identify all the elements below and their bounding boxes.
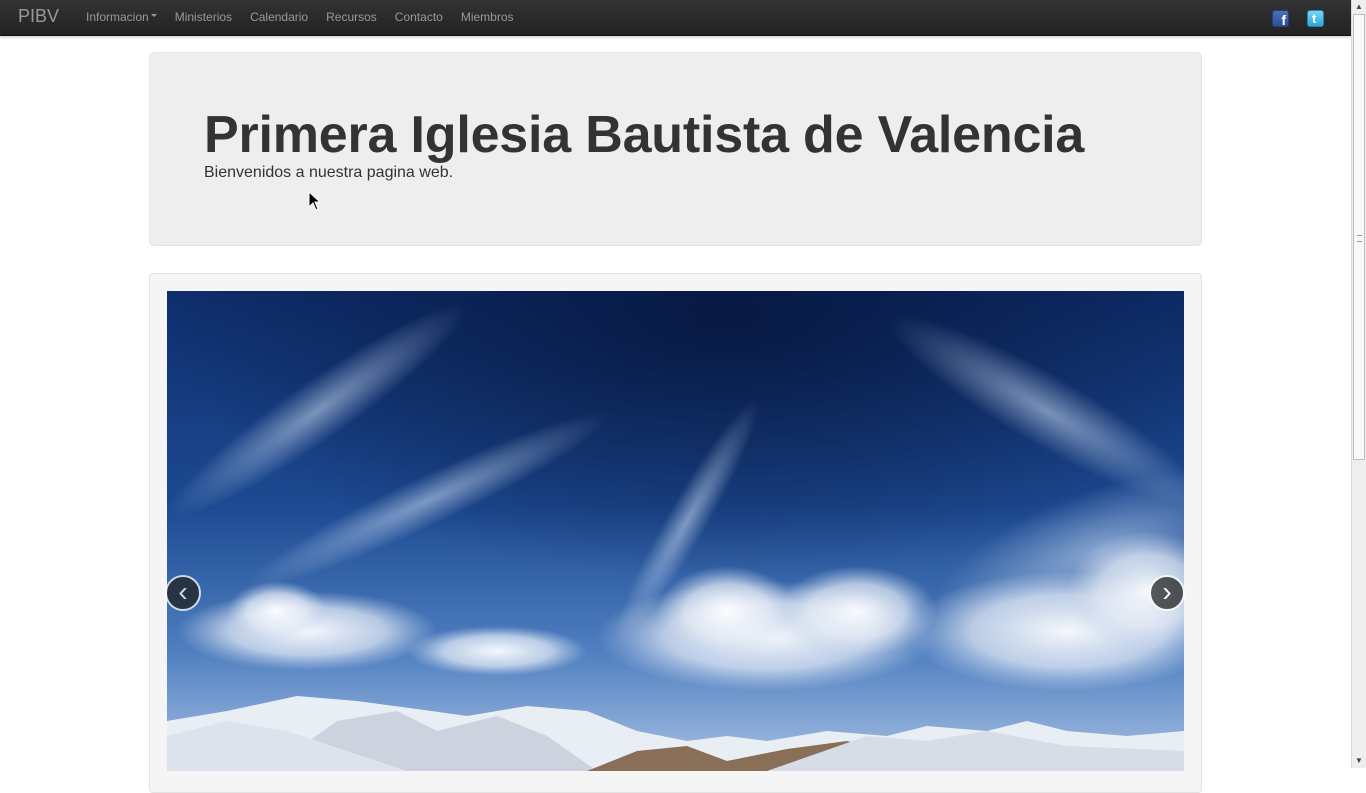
nav-item-miembros[interactable]: Miembros <box>452 0 523 35</box>
scroll-up-arrow-icon[interactable]: ▲ <box>1352 0 1366 14</box>
caret-down-icon <box>150 14 157 18</box>
scrollbar-thumb[interactable] <box>1353 14 1365 460</box>
nav-item-ministerios[interactable]: Ministerios <box>166 0 241 35</box>
twitter-glyph: t <box>1312 11 1317 26</box>
nav-item-calendario[interactable]: Calendario <box>241 0 317 35</box>
nav-item-label: Informacion <box>86 10 149 24</box>
mouse-cursor-icon <box>308 190 322 211</box>
sky-mountains-image <box>167 291 1184 771</box>
facebook-icon[interactable]: f <box>1272 10 1289 27</box>
nav-item-informacion[interactable]: Informacion <box>77 0 166 35</box>
nav-item-recursos[interactable]: Recursos <box>317 0 386 35</box>
carousel-prev-button[interactable]: ‹ <box>165 575 201 611</box>
nav-item-contacto[interactable]: Contacto <box>386 0 452 35</box>
hero-unit: Primera Iglesia Bautista de Valencia Bie… <box>149 52 1202 246</box>
twitter-icon[interactable]: t <box>1307 10 1324 27</box>
main-nav: Informacion Ministerios Calendario Recur… <box>77 0 523 35</box>
scroll-down-arrow-icon[interactable]: ▼ <box>1352 754 1366 768</box>
top-navbar: PIBV Informacion Ministerios Calendario … <box>0 0 1351 36</box>
brand-link[interactable]: PIBV <box>18 6 59 26</box>
grip-icon <box>1357 235 1362 242</box>
page-title: Primera Iglesia Bautista de Valencia <box>204 106 1085 164</box>
hero-subtitle: Bienvenidos a nuestra pagina web. <box>204 164 454 181</box>
vertical-scrollbar[interactable]: ▲ ▼ <box>1351 0 1366 768</box>
carousel-slide-image <box>167 291 1184 771</box>
facebook-glyph: f <box>1281 12 1286 28</box>
carousel-next-button[interactable]: › <box>1149 575 1185 611</box>
